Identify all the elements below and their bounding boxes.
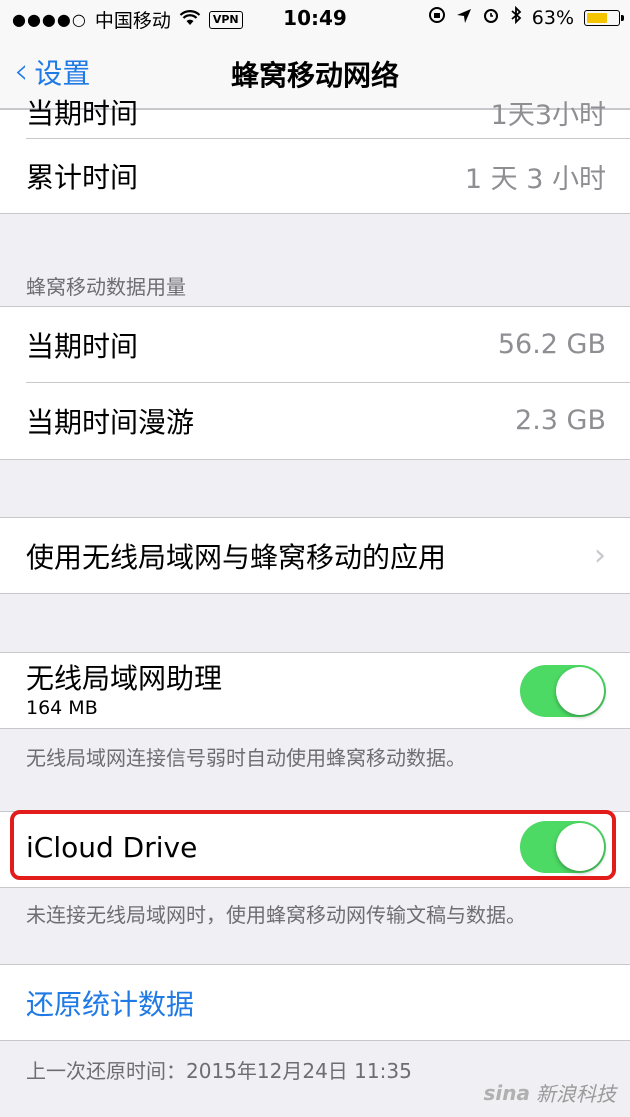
wifi-assist-toggle[interactable]: [520, 664, 606, 717]
reset-group: 还原统计数据: [0, 964, 630, 1041]
rotation-lock-icon: [428, 6, 446, 29]
wifi-assist-usage: 164 MB: [26, 696, 98, 719]
reset-stats-row[interactable]: 还原统计数据: [26, 965, 630, 1040]
bluetooth-icon: [510, 5, 522, 29]
total-call-time-row: 累计时间 1 天 3 小时: [26, 139, 630, 213]
apps-group: 使用无线局域网与蜂窝移动的应用 ›: [0, 517, 630, 594]
current-period-data-value: 56.2 GB: [497, 329, 606, 360]
status-bar: ●●●●○ 中国移动 VPN 10:49 63%: [0, 0, 630, 36]
apps-using-network-label: 使用无线局域网与蜂窝移动的应用: [26, 540, 447, 574]
current-period-value: 1天3小时: [490, 99, 606, 131]
battery-icon: [584, 9, 624, 26]
reset-stats-button[interactable]: 还原统计数据: [26, 983, 194, 1023]
total-time-label: 累计时间: [26, 161, 139, 194]
data-usage-header: 蜂窝移动数据用量: [26, 275, 186, 299]
wifi-assist-footer: 无线局域网连接信号弱时自动使用蜂窝移动数据。: [26, 746, 466, 770]
wifi-assist-group: 无线局域网助理 164 MB: [0, 652, 630, 729]
current-period-label: 当期时间: [26, 97, 139, 130]
sina-logo: sina: [483, 1080, 531, 1105]
last-reset-time: 上一次还原时间：2015年12月24日 11:35: [26, 1059, 412, 1083]
highlight-box: [10, 810, 616, 880]
current-period-call-time-row: 当期时间 1天3小时: [26, 86, 630, 138]
roaming-data-row: 当期时间漫游 2.3 GB: [26, 383, 630, 458]
chevron-right-icon: ›: [594, 538, 606, 573]
watermark-text: 新浪科技: [536, 1082, 616, 1106]
apps-using-network-row[interactable]: 使用无线局域网与蜂窝移动的应用 ›: [26, 518, 630, 593]
alarm-icon: [482, 6, 500, 29]
roaming-data-value: 2.3 GB: [515, 405, 606, 436]
icloud-footer: 未连接无线局域网时，使用蜂窝移动网传输文稿与数据。: [26, 903, 526, 927]
current-period-data-label: 当期时间: [26, 329, 139, 363]
watermark: sina 新浪科技: [484, 1078, 617, 1107]
current-period-data-row: 当期时间 56.2 GB: [26, 307, 630, 382]
data-usage-group: 当期时间 56.2 GB 当期时间漫游 2.3 GB: [0, 306, 630, 460]
wifi-assist-label: 无线局域网助理: [26, 661, 223, 695]
total-time-value: 1 天 3 小时: [464, 163, 606, 195]
call-time-group: 当期时间 1天3小时 累计时间 1 天 3 小时: [0, 97, 630, 214]
roaming-data-label: 当期时间漫游: [26, 405, 195, 439]
location-icon: [456, 7, 472, 29]
wifi-assist-row: 无线局域网助理 164 MB: [26, 653, 630, 728]
battery-percent: 63%: [531, 6, 574, 29]
